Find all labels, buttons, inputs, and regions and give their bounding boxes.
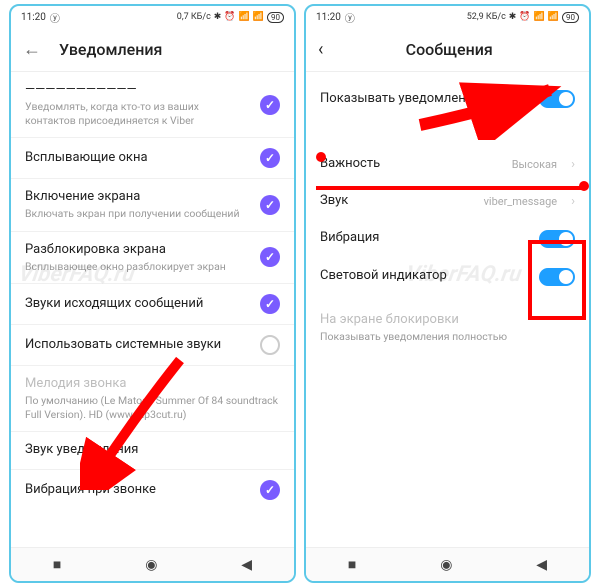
nav-recent-icon[interactable]: ■ [53,556,61,573]
nav-back-icon[interactable]: ◀ [536,557,547,573]
toggle-icon[interactable] [260,480,280,500]
signal-icon: 📶 [534,12,545,22]
settings-list: Показывать уведомления Важность Высокая … [306,72,589,547]
header: ‹ Сообщения [306,28,589,72]
row-title: Световой индикатор [320,268,531,285]
phone-left: 11:20 ⓨ 0,7 КБ/с ✱ ⏰ 📶 📶 90 ← Уведомлени… [9,4,296,583]
wifi-icon: 📶 [253,12,264,22]
bluetooth-icon: ✱ [214,12,222,22]
row-sub: Уведомлять, когда кто-то из ваших контак… [25,100,252,127]
row-title: Использовать системные звуки [25,337,252,354]
android-navbar: ■ ◉ ◀ [306,547,589,581]
row-led[interactable]: Световой индикатор [306,258,589,296]
android-navbar: ■ ◉ ◀ [11,547,294,581]
status-net: 52,9 КБ/с [467,12,506,22]
status-bar: 11:20 ⓨ 0,7 КБ/с ✱ ⏰ 📶 📶 90 [11,6,294,28]
row-sub: По умолчанию (Le Matos - Summer Of 84 so… [25,394,280,421]
nav-recent-icon[interactable]: ■ [348,556,356,573]
toggle-icon[interactable] [260,335,280,355]
row-lockscreen[interactable]: На экране блокировки Показывать уведомле… [306,296,589,354]
row-title: ——————————— [25,82,252,99]
row-outgoing-sounds[interactable]: Звуки исходящих сообщений [11,284,294,325]
status-time: 11:20 [316,12,341,23]
row-show-notifications[interactable]: Показывать уведомления [306,72,589,126]
nav-home-icon[interactable]: ◉ [145,557,157,573]
row-unlock[interactable]: Разблокировка экрана Всплывающее окно ра… [11,232,294,285]
row-title: Вибрация [320,230,531,247]
row-title: Показывать уведомления [320,91,531,108]
signal-icon: 📶 [239,12,250,22]
row-sub: Включать экран при получении сообщений [25,207,252,221]
row-system-sounds[interactable]: Использовать системные звуки [11,325,294,366]
toggle-icon[interactable] [260,95,280,115]
alarm-icon: ⏰ [519,12,530,22]
nav-home-icon[interactable]: ◉ [440,557,452,573]
row-sound[interactable]: Звук viber_message › [306,183,589,220]
row-contact-joined[interactable]: ——————————— Уведомлять, когда кто-то из … [11,72,294,138]
status-icon: ⓨ [345,10,355,25]
row-sub: Показывать уведомления полностью [320,330,575,344]
chevron-right-icon: › [571,157,575,172]
nav-back-icon[interactable]: ◀ [241,557,252,573]
row-title: Звуки исходящих сообщений [25,296,252,313]
status-bar: 11:20 ⓨ 52,9 КБ/с ✱ ⏰ 📶 📶 90 [306,6,589,28]
page-title: Уведомления [59,40,162,59]
row-title: Вибрация при звонке [25,482,252,499]
toggle-icon[interactable] [260,148,280,168]
row-value: viber_message [484,195,558,208]
battery-icon: 90 [562,12,579,23]
bluetooth-icon: ✱ [509,12,517,22]
back-arrow-icon[interactable]: ← [23,39,41,60]
wifi-icon: 📶 [548,12,559,22]
row-value: Высокая [512,158,557,171]
row-title: Всплывающие окна [25,150,252,167]
phone-right: 11:20 ⓨ 52,9 КБ/с ✱ ⏰ 📶 📶 90 ‹ Сообщения… [304,4,591,583]
settings-list: ——————————— Уведомлять, когда кто-то из … [11,72,294,547]
header: ← Уведомления [11,28,294,72]
row-title: Разблокировка экрана [25,242,252,259]
row-sub: Всплывающее окно разблокирует экран [25,260,252,274]
status-time: 11:20 [21,12,46,23]
row-title: На экране блокировки [320,312,575,329]
toggle-switch[interactable] [539,90,575,108]
toggle-switch[interactable] [539,268,575,286]
chevron-right-icon: › [571,194,575,209]
row-popups[interactable]: Всплывающие окна [11,138,294,179]
status-icon: ⓨ [50,10,60,25]
toggle-icon[interactable] [260,294,280,314]
row-title: Мелодия звонка [25,376,280,393]
alarm-icon: ⏰ [224,12,235,22]
row-importance[interactable]: Важность Высокая › [306,146,589,183]
row-title: Звук уведомления [25,442,280,459]
row-title: Включение экрана [25,189,252,206]
row-notification-sound[interactable]: Звук уведомления [11,432,294,470]
battery-icon: 90 [267,12,284,23]
row-vibration[interactable]: Вибрация [306,220,589,258]
row-vibrate-call[interactable]: Вибрация при звонке [11,470,294,510]
toggle-icon[interactable] [260,195,280,215]
row-screen-on[interactable]: Включение экрана Включать экран при полу… [11,179,294,232]
toggle-switch[interactable] [539,230,575,248]
row-title: Звук [320,193,476,210]
toggle-icon[interactable] [260,247,280,267]
status-net: 0,7 КБ/с [177,12,211,22]
page-title: Сообщения [321,40,577,59]
row-title: Важность [320,156,504,173]
row-ringtone[interactable]: Мелодия звонка По умолчанию (Le Matos - … [11,366,294,432]
